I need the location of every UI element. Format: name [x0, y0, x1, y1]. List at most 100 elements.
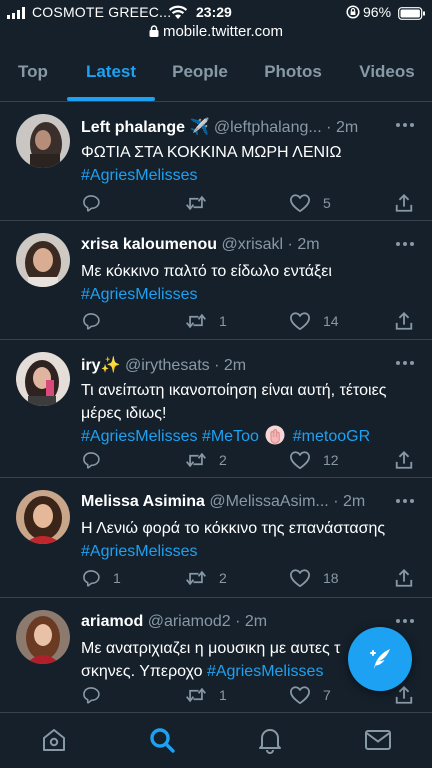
- url-text: mobile.twitter.com: [162, 23, 284, 40]
- tab-photos[interactable]: Photos: [258, 46, 328, 102]
- share-icon: [395, 568, 413, 587]
- heart-icon: [290, 686, 310, 705]
- avatar[interactable]: [16, 114, 70, 168]
- reply-count: 1: [113, 570, 121, 586]
- retweet-button[interactable]: [185, 192, 219, 214]
- like-button[interactable]: 18: [289, 567, 339, 589]
- timestamp[interactable]: 2m: [297, 236, 319, 253]
- display-name[interactable]: iry✨: [81, 357, 121, 374]
- hashtag-link[interactable]: #MeToo: [202, 428, 259, 445]
- retweet-button[interactable]: 2: [185, 449, 227, 471]
- tab-top[interactable]: Top: [12, 46, 54, 102]
- timestamp[interactable]: 2m: [336, 119, 358, 136]
- display-name[interactable]: ariamod: [81, 613, 143, 630]
- more-options-icon[interactable]: [394, 495, 416, 507]
- tweet-text-line: Η Λενιώ φορά το κόκκινο της επανάστασης: [81, 520, 386, 537]
- tweet[interactable]: Melissa Asimina @MelissaAsim... · 2m Η Λ…: [0, 479, 432, 598]
- tweet[interactable]: Left phalange ✈️ @leftphalang... · 2m ΦΩ…: [0, 103, 432, 221]
- handle[interactable]: @irythesats: [125, 357, 210, 374]
- retweet-icon: [186, 687, 206, 703]
- retweet-count: 2: [219, 570, 227, 586]
- tweet[interactable]: iry✨ @irythesats · 2m Τι ανείπωτη ικανοπ…: [0, 341, 432, 478]
- tweet-actions: 1 2 18: [81, 567, 421, 591]
- retweet-button[interactable]: 1: [185, 684, 227, 706]
- reply-button[interactable]: [81, 310, 113, 332]
- reply-button[interactable]: [81, 684, 113, 706]
- retweet-icon: [186, 570, 206, 586]
- search-icon: [150, 728, 175, 753]
- nav-home[interactable]: [39, 725, 69, 755]
- handle[interactable]: @ariamod2: [148, 613, 231, 630]
- address-bar[interactable]: mobile.twitter.com: [0, 23, 432, 41]
- reply-icon: [83, 313, 100, 330]
- display-name[interactable]: Melissa Asimina: [81, 493, 205, 510]
- like-count: 18: [323, 570, 339, 586]
- hashtag-link[interactable]: #AgriesMelisses: [81, 286, 197, 303]
- retweet-button[interactable]: 1: [185, 310, 227, 332]
- tab-videos[interactable]: Videos: [352, 46, 422, 102]
- handle[interactable]: @xrisakl: [222, 236, 284, 253]
- lock-icon: [149, 25, 159, 37]
- reply-icon: [83, 452, 100, 469]
- more-options-icon[interactable]: [394, 357, 416, 369]
- display-name[interactable]: xrisa kaloumenou: [81, 236, 217, 253]
- reply-icon: [83, 195, 100, 212]
- tweet-text: ΦΩΤΙΑ ΣΤΑ ΚΟΚΚΙΝΑ ΜΩΡΗ ΛΕΝΙΩ #AgriesMeli…: [81, 141, 411, 187]
- handle[interactable]: @leftphalang...: [214, 119, 322, 136]
- display-name[interactable]: Left phalange ✈️: [81, 119, 209, 136]
- timestamp[interactable]: 2m: [224, 357, 246, 374]
- tweet-actions: 1 14: [81, 310, 421, 334]
- timestamp[interactable]: 2m: [245, 613, 267, 630]
- reply-button[interactable]: [81, 449, 113, 471]
- more-options-icon[interactable]: [394, 119, 416, 131]
- retweet-icon: [186, 452, 206, 468]
- reply-button[interactable]: 1: [81, 567, 121, 589]
- nav-search[interactable]: [147, 725, 177, 755]
- nav-notifications[interactable]: [255, 725, 285, 755]
- nav-messages[interactable]: [363, 725, 393, 755]
- hashtag-link[interactable]: #metooGR: [293, 428, 370, 445]
- avatar[interactable]: [16, 352, 70, 406]
- mail-icon: [365, 730, 391, 750]
- hashtag-link[interactable]: #AgriesMelisses: [81, 543, 197, 560]
- share-button[interactable]: [394, 684, 414, 706]
- tweet-text-line: ΦΩΤΙΑ ΣΤΑ ΚΟΚΚΙΝΑ ΜΩΡΗ ΛΕΝΙΩ: [81, 144, 342, 161]
- battery-percent: 96%: [363, 4, 392, 20]
- metoo-emoji-icon: [265, 425, 285, 445]
- like-count: 5: [323, 195, 331, 211]
- hashtag-link[interactable]: #AgriesMelisses: [81, 428, 197, 445]
- tweet-text-line: μέρες ιδιως!: [81, 405, 167, 422]
- timestamp[interactable]: 2m: [343, 493, 365, 510]
- like-button[interactable]: 5: [289, 192, 331, 214]
- tweet-text-line: σκηνες. Υπεροχο: [81, 663, 203, 680]
- like-button[interactable]: 14: [289, 310, 339, 332]
- more-options-icon[interactable]: [394, 238, 416, 250]
- more-options-icon[interactable]: [394, 615, 416, 627]
- separator-dot: ·: [333, 493, 339, 510]
- wifi-icon: [168, 5, 188, 19]
- reply-button[interactable]: [81, 192, 113, 214]
- like-button[interactable]: 12: [289, 449, 339, 471]
- avatar[interactable]: [16, 233, 70, 287]
- heart-icon: [290, 194, 310, 213]
- tab-people[interactable]: People: [166, 46, 234, 102]
- like-count: 7: [323, 687, 331, 703]
- tweet[interactable]: xrisa kaloumenou @xrisakl · 2m Με κόκκιν…: [0, 222, 432, 340]
- hashtag-link[interactable]: #AgriesMelisses: [207, 663, 323, 680]
- tab-latest[interactable]: Latest: [67, 46, 155, 102]
- heart-icon: [290, 451, 310, 470]
- share-button[interactable]: [394, 567, 414, 589]
- avatar[interactable]: [16, 610, 70, 664]
- like-button[interactable]: 7: [289, 684, 331, 706]
- share-button[interactable]: [394, 310, 414, 332]
- handle[interactable]: @MelissaAsim...: [209, 493, 328, 510]
- retweet-button[interactable]: 2: [185, 567, 227, 589]
- share-button[interactable]: [394, 192, 414, 214]
- avatar[interactable]: [16, 490, 70, 544]
- signal-icon: [7, 7, 25, 19]
- heart-icon: [290, 569, 310, 588]
- compose-tweet-button[interactable]: [348, 627, 412, 691]
- hashtag-link[interactable]: #AgriesMelisses: [81, 167, 197, 184]
- carrier-name: COSMOTE GREEC...: [32, 4, 172, 20]
- share-button[interactable]: [394, 449, 414, 471]
